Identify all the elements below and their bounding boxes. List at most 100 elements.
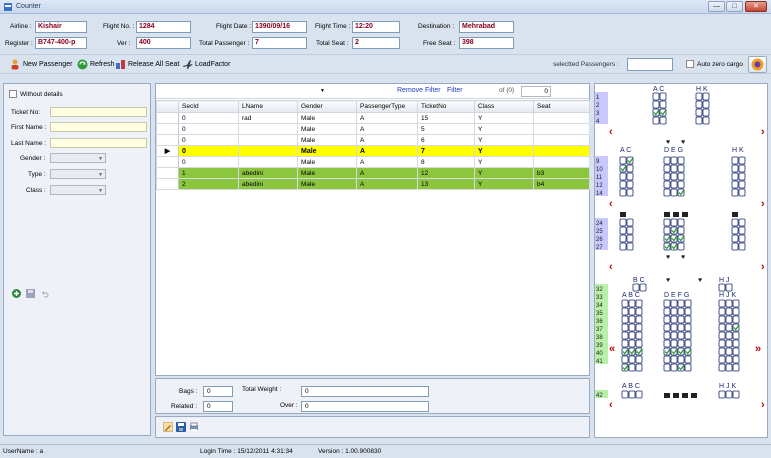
chevron-right-icon[interactable]: » — [755, 343, 761, 355]
seat[interactable] — [677, 156, 685, 165]
seat[interactable] — [663, 172, 671, 181]
seat[interactable] — [738, 156, 746, 165]
seat[interactable] — [718, 355, 726, 364]
total-passenger-field[interactable]: 7 — [252, 37, 307, 49]
table-cell[interactable] — [238, 145, 298, 157]
seat[interactable] — [628, 299, 636, 308]
seat[interactable] — [718, 347, 726, 356]
seat[interactable] — [677, 299, 685, 308]
seat[interactable] — [628, 390, 636, 399]
table-cell[interactable]: abedini — [238, 178, 298, 190]
seat[interactable] — [663, 180, 671, 189]
seat[interactable] — [718, 390, 726, 399]
column-header[interactable]: SecId — [178, 100, 239, 113]
gender-select[interactable]: ▼ — [50, 153, 106, 163]
seat[interactable] — [628, 315, 636, 324]
table-cell[interactable]: 0 — [178, 134, 239, 146]
seat[interactable] — [626, 164, 634, 173]
seat[interactable] — [626, 180, 634, 189]
seat[interactable] — [626, 242, 634, 251]
table-cell[interactable] — [533, 123, 590, 135]
current-row-indicator[interactable]: ▶ — [156, 145, 179, 157]
seat[interactable] — [684, 363, 692, 372]
seat[interactable] — [619, 218, 627, 227]
print-icon[interactable] — [189, 422, 199, 432]
seat[interactable] — [738, 180, 746, 189]
seat[interactable] — [663, 323, 671, 332]
chevron-down-icon[interactable]: ▼ — [320, 88, 325, 94]
seat[interactable] — [670, 355, 678, 364]
row-header[interactable] — [156, 123, 179, 135]
table-cell[interactable] — [238, 156, 298, 168]
add-icon[interactable] — [12, 289, 21, 298]
seat[interactable] — [626, 172, 634, 181]
table-cell[interactable]: A — [356, 145, 418, 157]
row-header[interactable] — [156, 178, 179, 190]
seat[interactable] — [731, 164, 739, 173]
table-cell[interactable]: Y — [474, 112, 534, 124]
seat[interactable] — [635, 390, 643, 399]
seat[interactable] — [670, 315, 678, 324]
remove-filter-link[interactable]: Remove Filter — [397, 87, 441, 94]
minimize-button[interactable]: — — [708, 1, 725, 12]
type-select[interactable]: ▼ — [50, 169, 106, 179]
seat[interactable] — [738, 234, 746, 243]
seat[interactable] — [725, 339, 733, 348]
seat[interactable] — [677, 172, 685, 181]
table-cell[interactable]: Male — [297, 156, 357, 168]
chevron-left-icon[interactable]: ‹ — [609, 198, 613, 210]
save-icon[interactable] — [176, 422, 186, 432]
seat[interactable] — [732, 347, 740, 356]
table-cell[interactable]: 8 — [417, 156, 475, 168]
table-row[interactable]: 0 Male A 5 Y — [156, 123, 590, 135]
chevron-right-icon[interactable]: › — [761, 126, 765, 138]
seat[interactable] — [619, 234, 627, 243]
ver-field[interactable]: 400 — [136, 37, 191, 49]
related-input[interactable]: 0 — [203, 401, 233, 412]
seat[interactable] — [684, 299, 692, 308]
table-cell[interactable]: rad — [238, 112, 298, 124]
seat[interactable] — [732, 363, 740, 372]
page-input[interactable]: 0 — [521, 86, 551, 97]
table-cell[interactable] — [238, 134, 298, 146]
release-all-seat-button[interactable]: Release All Seat — [115, 59, 179, 70]
seat[interactable] — [738, 242, 746, 251]
seat[interactable] — [732, 299, 740, 308]
table-cell[interactable]: 5 — [417, 123, 475, 135]
seat[interactable] — [670, 299, 678, 308]
table-row[interactable]: 0 Male A 8 Y — [156, 156, 590, 168]
save-icon[interactable] — [26, 289, 35, 298]
seat[interactable] — [695, 108, 703, 117]
seat[interactable] — [731, 180, 739, 189]
seat[interactable] — [725, 331, 733, 340]
chevron-left-icon[interactable]: ‹ — [609, 126, 613, 138]
table-cell[interactable]: Y — [474, 134, 534, 146]
seat[interactable] — [652, 116, 660, 125]
seat[interactable] — [684, 315, 692, 324]
undo-icon[interactable] — [40, 289, 49, 298]
seat[interactable] — [619, 242, 627, 251]
auto-zero-cargo-checkbox[interactable]: Auto zero cargo — [686, 60, 743, 68]
chevron-left-icon[interactable]: « — [609, 343, 615, 355]
table-cell[interactable]: Y — [474, 145, 534, 157]
seat[interactable] — [732, 355, 740, 364]
seat[interactable] — [621, 390, 629, 399]
seat[interactable] — [731, 242, 739, 251]
seat[interactable] — [738, 188, 746, 197]
seat[interactable] — [635, 307, 643, 316]
seat[interactable] — [639, 283, 647, 292]
chevron-right-icon[interactable]: › — [761, 198, 765, 210]
table-cell[interactable]: 0 — [178, 123, 239, 135]
seat[interactable] — [725, 307, 733, 316]
seat[interactable] — [702, 100, 710, 109]
seat[interactable] — [670, 363, 678, 372]
table-row[interactable]: 1 abedini Male A 12 Yb3 — [156, 167, 590, 179]
seat[interactable] — [635, 315, 643, 324]
row-header[interactable] — [156, 156, 179, 168]
seat[interactable] — [718, 339, 726, 348]
seat[interactable] — [621, 315, 629, 324]
seat[interactable] — [663, 218, 671, 227]
table-cell[interactable]: Male — [297, 178, 357, 190]
seat[interactable] — [670, 339, 678, 348]
seat[interactable] — [621, 323, 629, 332]
